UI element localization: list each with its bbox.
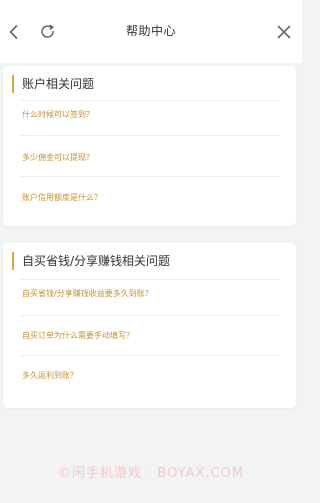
divider bbox=[19, 176, 280, 177]
section-card-earn-share: 自买省钱/分享赚钱相关问题 自买省钱/分享赚钱收益要多久到账？ 自买订单为什么需… bbox=[3, 243, 296, 408]
divider bbox=[19, 315, 280, 316]
watermark: ©闲手机游戏 · BOYAX.COM bbox=[58, 466, 244, 481]
divider bbox=[19, 355, 280, 356]
faq-item[interactable]: 账户信用额度是什么？ bbox=[22, 192, 102, 203]
top-bar: 帮助中心 bbox=[0, 0, 302, 63]
faq-item[interactable]: 自买省钱/分享赚钱收益要多久到账？ bbox=[22, 288, 153, 299]
page-title: 帮助中心 bbox=[125, 24, 176, 38]
section-title: 账户相关问题 bbox=[12, 75, 94, 93]
faq-item[interactable]: 自买订单为什么需要手动填写？ bbox=[22, 330, 134, 341]
faq-item[interactable]: 多久返利到账？ bbox=[22, 370, 78, 381]
divider bbox=[19, 135, 280, 136]
section-card-account: 账户相关问题 什么时候可以签到？ 多少佣金可以提现？ 账户信用额度是什么？ bbox=[3, 66, 296, 226]
divider bbox=[19, 100, 280, 101]
faq-item[interactable]: 什么时候可以签到？ bbox=[22, 109, 94, 120]
close-icon[interactable] bbox=[272, 20, 296, 44]
divider bbox=[19, 279, 280, 280]
section-title: 自买省钱/分享赚钱相关问题 bbox=[12, 252, 170, 270]
faq-item[interactable]: 多少佣金可以提现？ bbox=[22, 152, 94, 163]
